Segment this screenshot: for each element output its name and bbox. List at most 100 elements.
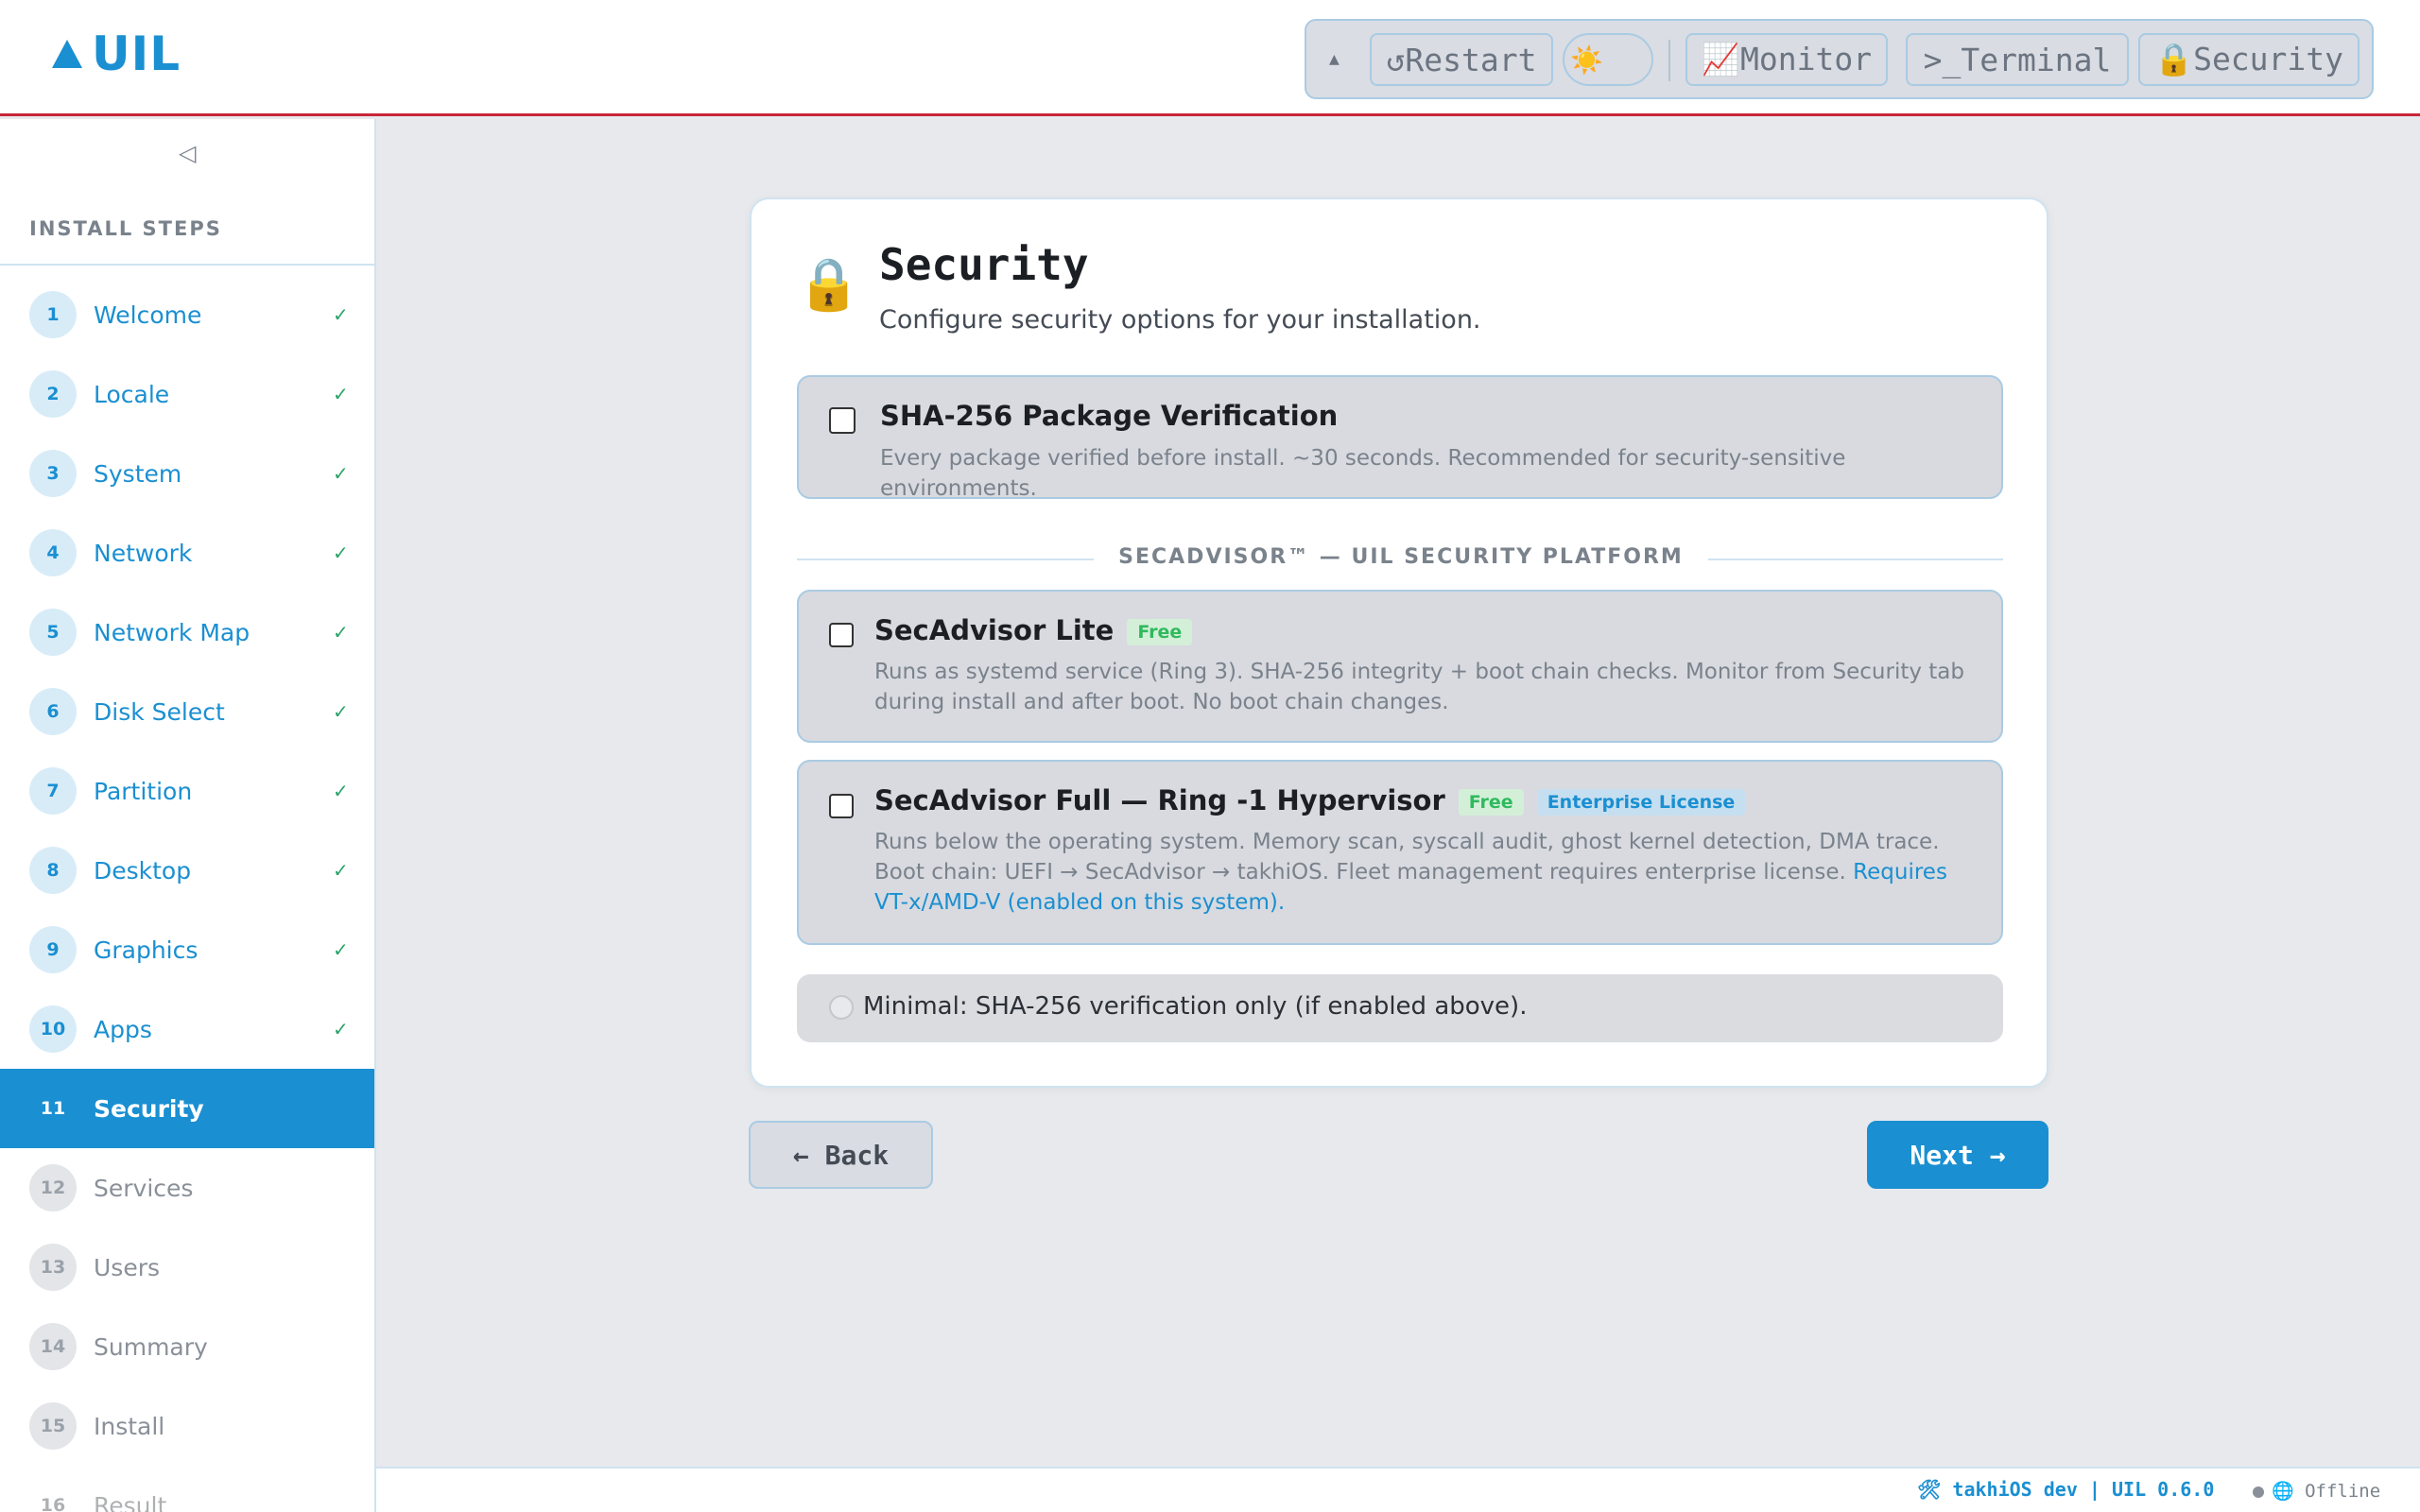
sidebar-step-install[interactable]: 15 Install xyxy=(0,1386,374,1466)
theme-toggle[interactable]: ☀️ xyxy=(1563,33,1653,86)
secadvisor-lite-title: SecAdvisor Lite xyxy=(874,614,1115,646)
sha-verification-checkbox[interactable] xyxy=(829,407,856,434)
logo-triangle-icon xyxy=(52,40,82,68)
secadvisor-full-title: SecAdvisor Full — Ring -1 Hypervisor xyxy=(874,784,1445,816)
sidebar-step-network-map[interactable]: 5 Network Map ✓ xyxy=(0,593,374,672)
step-number: 5 xyxy=(29,609,77,656)
step-label: Graphics xyxy=(94,936,199,964)
step-number: 7 xyxy=(29,767,77,815)
network-status: 🌐 Offline xyxy=(2253,1480,2380,1502)
secadvisor-lite-option[interactable]: SecAdvisor Lite Free Runs as systemd serv… xyxy=(797,590,2003,743)
free-badge: Free xyxy=(1458,789,1524,816)
next-button[interactable]: Next → xyxy=(1867,1121,2048,1189)
step-number: 4 xyxy=(29,529,77,576)
step-label: Security xyxy=(94,1094,204,1123)
security-button[interactable]: 🔒Security xyxy=(2138,33,2360,86)
step-label: Welcome xyxy=(94,301,202,329)
toolbar-separator xyxy=(1668,40,1670,81)
secadvisor-full-checkbox[interactable] xyxy=(829,794,854,818)
sidebar-divider xyxy=(0,264,374,266)
sidebar-step-services[interactable]: 12 Services xyxy=(0,1148,374,1228)
sidebar-step-network[interactable]: 4 Network ✓ xyxy=(0,513,374,593)
step-number: 13 xyxy=(29,1244,77,1291)
monitor-button[interactable]: 📈Monitor xyxy=(1685,33,1888,86)
step-label: Install xyxy=(94,1412,165,1440)
sidebar-step-desktop[interactable]: 8 Desktop ✓ xyxy=(0,831,374,910)
sidebar-step-summary[interactable]: 14 Summary xyxy=(0,1307,374,1386)
sidebar-step-security[interactable]: 11 Security xyxy=(0,1069,374,1148)
secadvisor-lite-description: Runs as systemd service (Ring 3). SHA-25… xyxy=(874,660,1964,714)
back-button[interactable]: ← Back xyxy=(749,1121,933,1189)
step-number: 2 xyxy=(29,370,77,418)
step-label: Desktop xyxy=(94,856,192,885)
sha-verification-title: SHA-256 Package Verification xyxy=(880,400,1339,432)
secadvisor-divider-label: SECADVISOR™ — UIL SECURITY PLATFORM xyxy=(1094,545,1708,569)
step-label: Network xyxy=(94,539,193,567)
toolbar-indicator-icon: ▲ xyxy=(1329,52,1340,67)
step-number: 16 xyxy=(40,1495,66,1512)
checkmark-icon: ✓ xyxy=(333,1018,349,1040)
sha-verification-option[interactable]: SHA-256 Package Verification Every packa… xyxy=(797,375,2003,501)
free-badge: Free xyxy=(1127,619,1193,645)
checkmark-icon: ✓ xyxy=(333,303,349,326)
sidebar-step-graphics[interactable]: 9 Graphics ✓ xyxy=(0,910,374,989)
security-card: 🔒 Security Configure security options fo… xyxy=(750,198,2048,1088)
step-label: Summary xyxy=(94,1332,208,1361)
step-number: 6 xyxy=(29,688,77,735)
step-label: Partition xyxy=(94,777,193,805)
secadvisor-full-option[interactable]: SecAdvisor Full — Ring -1 Hypervisor Free… xyxy=(797,760,2003,945)
minimal-radio[interactable] xyxy=(829,995,854,1020)
checkmark-icon: ✓ xyxy=(333,700,349,723)
terminal-button[interactable]: >_Terminal xyxy=(1906,33,2129,86)
install-steps-heading: INSTALL STEPS xyxy=(29,217,222,240)
secadvisor-full-heading: SecAdvisor Full — Ring -1 Hypervisor Free… xyxy=(874,784,1746,816)
step-label: System xyxy=(94,459,182,488)
step-number: 1 xyxy=(29,291,77,338)
sha-verification-description: Every package verified before install. ~… xyxy=(880,446,1846,501)
minimal-option[interactable]: Minimal: SHA-256 verification only (if e… xyxy=(797,974,2003,1042)
status-dot-icon xyxy=(2253,1486,2264,1498)
checkmark-icon: ✓ xyxy=(333,462,349,485)
step-number: 12 xyxy=(29,1164,77,1211)
step-label: Users xyxy=(94,1253,161,1281)
step-label: Apps xyxy=(94,1015,152,1043)
secadvisor-full-description-text: Runs below the operating system. Memory … xyxy=(874,830,1940,885)
app-logo[interactable]: UIL xyxy=(52,26,181,81)
step-label: Locale xyxy=(94,380,170,408)
secadvisor-lite-checkbox[interactable] xyxy=(829,623,854,647)
sidebar-step-users[interactable]: 13 Users xyxy=(0,1228,374,1307)
checkmark-icon: ✓ xyxy=(333,541,349,564)
secadvisor-divider: SECADVISOR™ — UIL SECURITY PLATFORM xyxy=(752,545,2050,569)
step-number: 3 xyxy=(29,450,77,497)
install-steps-sidebar: ◁ INSTALL STEPS 1 Welcome ✓ 2 Locale ✓ 3 System… xyxy=(0,119,376,1512)
sun-icon: ☀️ xyxy=(1570,43,1603,76)
checkmark-icon: ✓ xyxy=(333,938,349,961)
sidebar-step-disk-select[interactable]: 6 Disk Select ✓ xyxy=(0,672,374,751)
minimal-option-label: Minimal: SHA-256 verification only (if e… xyxy=(863,992,1528,1021)
status-footer: 🛠 takhiOS dev | UIL 0.6.0 🌐 Offline xyxy=(376,1467,2420,1512)
checkmark-icon: ✓ xyxy=(333,383,349,405)
step-number: 11 xyxy=(29,1085,77,1132)
page-title: Security xyxy=(879,239,1089,290)
step-number: 14 xyxy=(29,1323,77,1370)
enterprise-license-badge: Enterprise License xyxy=(1536,789,1746,816)
version-info: 🛠 takhiOS dev | UIL 0.6.0 xyxy=(1917,1478,2215,1501)
sidebar-step-apps[interactable]: 10 Apps ✓ xyxy=(0,989,374,1069)
step-number: 9 xyxy=(29,926,77,973)
sidebar-step-locale[interactable]: 2 Locale ✓ xyxy=(0,354,374,434)
step-label: Disk Select xyxy=(94,697,225,726)
collapse-sidebar-icon[interactable]: ◁ xyxy=(179,140,196,166)
step-label: Services xyxy=(94,1174,194,1202)
lock-icon: 🔒 xyxy=(797,254,861,314)
checkmark-icon: ✓ xyxy=(333,621,349,644)
restart-button[interactable]: ↺Restart xyxy=(1370,33,1553,86)
logo-text: UIL xyxy=(92,26,182,81)
sidebar-step-partition[interactable]: 7 Partition ✓ xyxy=(0,751,374,831)
step-number: 8 xyxy=(29,847,77,894)
checkmark-icon: ✓ xyxy=(333,859,349,882)
step-label: Network Map xyxy=(94,618,251,646)
step-number: 15 xyxy=(29,1402,77,1450)
sidebar-step-system[interactable]: 3 System ✓ xyxy=(0,434,374,513)
sidebar-step-result[interactable]: 16 Result xyxy=(0,1466,374,1512)
sidebar-step-welcome[interactable]: 1 Welcome ✓ xyxy=(0,275,374,354)
